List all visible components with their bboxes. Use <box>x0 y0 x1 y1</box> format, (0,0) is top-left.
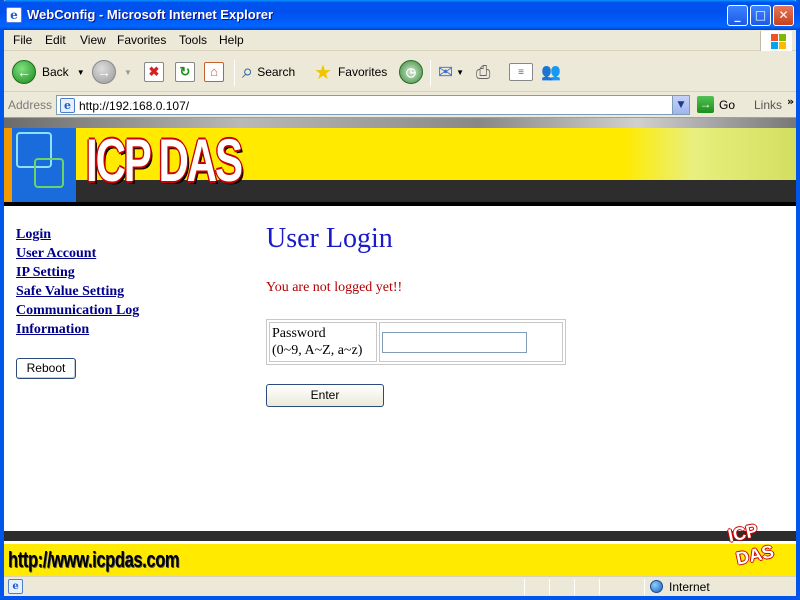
status-separator <box>549 579 550 595</box>
sidebar-nav: Login User Account IP Setting Safe Value… <box>16 225 139 339</box>
logo-square-icon <box>34 158 64 188</box>
menu-bar: File Edit View Favorites Tools Help <box>4 30 796 51</box>
toolbar-separator <box>234 60 235 86</box>
password-label-cell: Password (0~9, A~Z, a~z) <box>269 322 377 362</box>
favorites-button[interactable]: ★ Favorites <box>314 58 387 86</box>
footer-banner: http://www.icpdas.com ICP DAS <box>4 520 796 576</box>
page-icon: e <box>60 98 75 113</box>
history-button[interactable]: ◷ <box>399 58 423 86</box>
search-button[interactable]: ⌕ Search <box>242 58 295 86</box>
refresh-button[interactable]: ↻ <box>175 58 195 86</box>
footer-logo: ICP DAS <box>720 519 780 575</box>
status-separator <box>574 579 575 595</box>
close-button[interactable]: ✕ <box>773 5 794 26</box>
menu-help[interactable]: Help <box>219 33 244 47</box>
header-banner: ICP DAS <box>4 118 796 206</box>
favorites-label: Favorites <box>337 65 388 79</box>
minimize-button[interactable]: _ <box>727 5 748 26</box>
nav-ip-setting[interactable]: IP Setting <box>16 263 139 282</box>
menu-file[interactable]: File <box>13 33 32 47</box>
maximize-button[interactable]: □ <box>750 5 771 26</box>
footer-logo-line1: ICP <box>726 520 760 546</box>
windows-logo-icon <box>760 31 792 51</box>
nav-communication-log[interactable]: Communication Log <box>16 301 139 320</box>
toolbar: ← Back ▼ → ▼ ✖ ↻ ⌂ ⌕ Search ★ Favorites … <box>4 52 796 92</box>
enter-button[interactable]: Enter <box>266 384 384 407</box>
back-dropdown-icon: ▼ <box>76 67 85 77</box>
forward-arrow-icon: → <box>92 60 116 84</box>
back-arrow-icon: ← <box>12 60 36 84</box>
browser-window: e WebConfig - Microsoft Internet Explore… <box>0 0 800 600</box>
banner-glow <box>624 128 796 180</box>
back-label: Back <box>42 65 69 79</box>
messenger-button[interactable]: 👥 <box>541 58 561 86</box>
edit-page-icon: ≡ <box>509 63 533 81</box>
password-input[interactable] <box>382 332 527 353</box>
nav-information[interactable]: Information <box>16 320 139 339</box>
address-bar: Address e http://192.168.0.107/ ▼ → Go L… <box>4 93 796 117</box>
nav-user-account[interactable]: User Account <box>16 244 139 263</box>
login-status-message: You are not logged yet!! <box>266 280 403 295</box>
printer-icon: ⎙ <box>476 61 491 82</box>
nav-safe-value-setting[interactable]: Safe Value Setting <box>16 282 139 301</box>
search-icon: ⌕ <box>242 60 254 83</box>
title-bar[interactable]: e WebConfig - Microsoft Internet Explore… <box>0 0 800 30</box>
home-icon: ⌂ <box>204 62 224 82</box>
footer-logo-line2: DAS <box>734 541 776 569</box>
password-hint: (0~9, A~Z, a~z) <box>272 343 363 358</box>
menu-tools[interactable]: Tools <box>179 33 207 47</box>
go-label: Go <box>719 97 736 112</box>
window-title: WebConfig - Microsoft Internet Explorer <box>27 7 274 22</box>
status-bar: e Internet <box>4 576 796 596</box>
forward-button[interactable]: → ▼ <box>92 58 132 86</box>
toolbar-separator <box>430 60 431 86</box>
mail-icon: ✉ <box>438 61 454 82</box>
status-separator <box>599 579 600 595</box>
logo-accent <box>4 128 12 202</box>
nav-login[interactable]: Login <box>16 225 139 244</box>
ie-icon: e <box>6 7 22 23</box>
globe-icon <box>650 580 663 593</box>
menu-favorites[interactable]: Favorites <box>117 33 166 47</box>
address-input[interactable]: e http://192.168.0.107/ ▼ <box>56 95 690 115</box>
address-dropdown-icon[interactable]: ▼ <box>672 96 689 114</box>
print-button[interactable]: ⎙ <box>476 58 490 86</box>
status-separator <box>644 579 645 595</box>
banner-divider <box>4 202 796 206</box>
reboot-button[interactable]: Reboot <box>16 358 76 379</box>
go-button[interactable]: → Go <box>697 96 735 113</box>
footer-dark-strip <box>4 531 796 541</box>
go-arrow-icon: → <box>697 96 714 113</box>
back-button[interactable]: ← Back ▼ <box>12 58 85 86</box>
company-logo: ICP DAS <box>86 127 243 194</box>
stop-button[interactable]: ✖ <box>144 58 164 86</box>
refresh-icon: ↻ <box>175 62 195 82</box>
history-icon: ◷ <box>399 60 423 84</box>
page-viewport: ICP DAS Login User Account IP Setting Sa… <box>4 117 796 576</box>
messenger-icon: 👥 <box>541 64 561 81</box>
page-status-icon: e <box>8 579 23 594</box>
home-button[interactable]: ⌂ <box>204 58 224 86</box>
star-icon: ★ <box>314 61 332 84</box>
footer-website-link[interactable]: http://www.icpdas.com <box>8 547 180 573</box>
password-table: Password (0~9, A~Z, a~z) <box>266 319 566 365</box>
address-url[interactable]: http://192.168.0.107/ <box>79 99 189 113</box>
password-input-cell <box>379 322 563 362</box>
menu-edit[interactable]: Edit <box>45 33 66 47</box>
search-label: Search <box>257 65 296 79</box>
password-label: Password <box>272 326 326 341</box>
links-chevron-icon[interactable]: » <box>787 95 794 108</box>
status-separator <box>524 579 525 595</box>
page-title: User Login <box>266 223 393 254</box>
menu-view[interactable]: View <box>80 33 106 47</box>
mail-dropdown-icon: ▼ <box>456 67 465 77</box>
links-button[interactable]: Links <box>754 98 782 112</box>
forward-dropdown-icon: ▼ <box>124 67 132 77</box>
edit-button[interactable]: ≡ <box>509 58 533 86</box>
mail-button[interactable]: ✉ ▼ <box>438 58 464 86</box>
stop-icon: ✖ <box>144 62 164 82</box>
address-label: Address <box>8 98 53 112</box>
security-zone: Internet <box>669 580 710 594</box>
